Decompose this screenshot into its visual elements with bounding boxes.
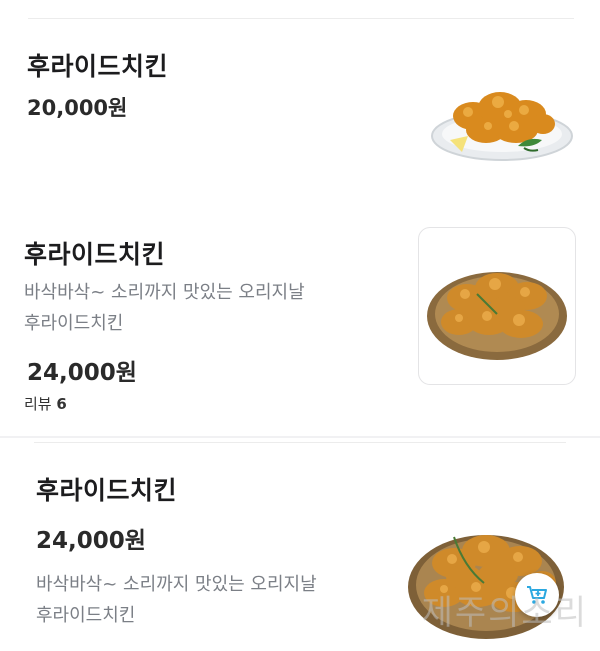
menu-item-1[interactable]: 후라이드치킨 20,000원	[0, 20, 600, 190]
menu-item-price: 24,000원	[27, 360, 137, 386]
menu-item-description: 후라이드치킨	[36, 605, 136, 626]
section-divider-inner	[34, 442, 566, 443]
menu-item-description: 바삭바삭~ 소리까지 맛있는 오리지날	[36, 574, 317, 595]
menu-item-price: 20,000원	[27, 96, 128, 120]
review-number: 6	[56, 395, 67, 413]
review-label: 리뷰	[24, 395, 52, 413]
menu-item-name: 후라이드치킨	[27, 52, 169, 81]
chicken-platter-image	[427, 272, 567, 360]
menu-item-description: 바삭바삭~ 소리까지 맛있는 오리지날	[24, 282, 305, 303]
top-divider	[28, 18, 574, 19]
menu-item-name: 후라이드치킨	[24, 240, 166, 269]
watermark: 제주의소리	[421, 593, 588, 633]
section-divider	[0, 436, 600, 438]
review-count: 리뷰 6	[24, 393, 67, 414]
menu-item-price: 24,000원	[36, 528, 146, 554]
chicken-plate-image	[428, 80, 576, 168]
menu-item-2[interactable]: 후라이드치킨 바삭바삭~ 소리까지 맛있는 오리지날 후라이드치킨 24,000…	[0, 215, 600, 430]
menu-item-image-frame	[418, 227, 576, 385]
menu-item-name: 후라이드치킨	[36, 476, 178, 505]
menu-item-description: 후라이드치킨	[24, 313, 124, 334]
